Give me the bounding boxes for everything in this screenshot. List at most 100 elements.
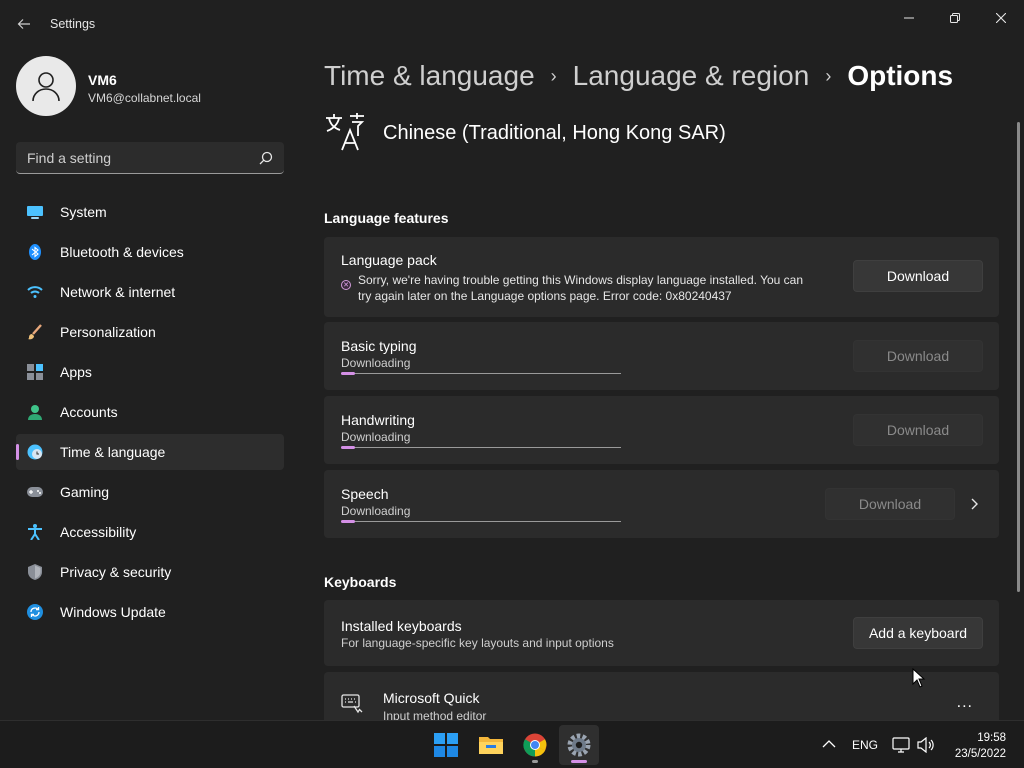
restore-icon	[950, 13, 960, 23]
input-language-indicator[interactable]: ENG	[852, 721, 878, 768]
back-button[interactable]	[12, 12, 36, 36]
basic-typing-card: Basic typing Downloading Download	[324, 322, 999, 390]
progress-fill	[341, 372, 355, 375]
basic-typing-download-button[interactable]: Download	[853, 340, 983, 372]
speech-card[interactable]: Speech Downloading Download	[324, 470, 999, 538]
mouse-cursor-icon	[912, 668, 926, 688]
running-indicator	[532, 760, 538, 763]
chevron-right-icon: ›	[825, 65, 832, 86]
add-keyboard-button[interactable]: Add a keyboard	[853, 617, 983, 649]
sidebar-item-personalization[interactable]: Personalization	[16, 314, 284, 350]
apps-icon	[27, 364, 43, 380]
search-input[interactable]	[16, 142, 252, 173]
settings-taskbar-button[interactable]	[559, 725, 599, 765]
handwriting-download-button[interactable]: Download	[853, 414, 983, 446]
clock-date: 23/5/2022	[954, 748, 1006, 760]
installed-keyboards-card: Installed keyboards For language-specifi…	[324, 600, 999, 666]
sidebar-item-apps[interactable]: Apps	[16, 354, 284, 390]
language-pack-title: Language pack	[341, 252, 437, 268]
user-email: VM6@collabnet.local	[88, 91, 201, 105]
progress-fill	[341, 520, 355, 523]
sidebar-item-system[interactable]: System	[16, 194, 284, 230]
breadcrumb-item-time-language[interactable]: Time & language	[324, 60, 535, 92]
sidebar-item-label: Accessibility	[60, 524, 137, 540]
user-name: VM6	[88, 72, 117, 88]
file-explorer-button[interactable]	[471, 725, 511, 765]
keyboard-item-microsoft-quick[interactable]: Microsoft Quick Input method editor ...	[324, 672, 999, 723]
speech-download-button[interactable]: Download	[825, 488, 955, 520]
shield-icon	[27, 564, 43, 580]
chevron-right-icon[interactable]	[968, 498, 980, 510]
sidebar-item-accessibility[interactable]: Accessibility	[16, 514, 284, 550]
sidebar-item-label: System	[60, 204, 107, 220]
sidebar-item-label: Bluetooth & devices	[60, 244, 184, 260]
sidebar-item-accounts[interactable]: Accounts	[16, 394, 284, 430]
progress-fill	[341, 446, 355, 449]
language-icon	[326, 113, 365, 151]
minimize-button[interactable]	[886, 4, 932, 32]
page-title: Options	[847, 60, 954, 91]
sidebar-item-label: Privacy & security	[60, 564, 172, 580]
language-name: Chinese (Traditional, Hong Kong SAR)	[383, 122, 726, 144]
bluetooth-icon	[27, 244, 43, 260]
speech-progress	[341, 520, 621, 523]
sidebar-item-network[interactable]: Network & internet	[16, 274, 284, 310]
installed-keyboards-title: Installed keyboards	[341, 618, 462, 634]
restore-button[interactable]	[932, 4, 978, 32]
start-button[interactable]	[426, 725, 466, 765]
sidebar-nav: System Bluetooth & devices Network & int…	[16, 194, 284, 634]
language-pack-download-button[interactable]: Download	[853, 260, 983, 292]
more-options-button[interactable]: ...	[957, 694, 973, 712]
handwriting-progress	[341, 446, 621, 449]
volume-icon[interactable]	[917, 737, 935, 753]
close-button[interactable]	[978, 4, 1024, 32]
chrome-button[interactable]	[515, 725, 555, 765]
clock-time: 19:58	[977, 732, 1006, 744]
basic-typing-progress	[341, 372, 621, 375]
person-icon	[27, 404, 43, 420]
globe-clock-icon	[27, 444, 43, 460]
gamepad-icon	[27, 484, 43, 500]
error-icon: ✕	[341, 280, 351, 290]
clock[interactable]: 19:58 23/5/2022	[955, 730, 1006, 762]
person-avatar-icon	[32, 72, 60, 102]
brush-icon	[27, 324, 43, 340]
user-profile[interactable]: VM6 VM6@collabnet.local	[16, 56, 296, 118]
keyboard-title: Microsoft Quick	[383, 690, 480, 706]
language-pack-card: Language pack ✕ Sorry, we're having trou…	[324, 237, 999, 317]
chevron-up-icon[interactable]	[822, 739, 836, 749]
settings-icon	[567, 733, 591, 757]
wifi-icon	[27, 284, 43, 300]
sidebar-item-privacy[interactable]: Privacy & security	[16, 554, 284, 590]
section-title-keyboards: Keyboards	[324, 574, 397, 590]
network-icon[interactable]	[892, 737, 910, 753]
back-arrow-icon	[17, 19, 30, 29]
monitor-icon	[27, 204, 43, 220]
sidebar-item-bluetooth[interactable]: Bluetooth & devices	[16, 234, 284, 270]
handwriting-title: Handwriting	[341, 412, 415, 428]
running-indicator	[571, 760, 587, 763]
sidebar-item-label: Network & internet	[60, 284, 176, 300]
search-box[interactable]	[16, 142, 284, 174]
language-pack-error: Sorry, we're having trouble getting this…	[358, 273, 804, 303]
update-icon	[27, 604, 43, 620]
breadcrumb-item-language-region[interactable]: Language & region	[573, 60, 810, 92]
section-title-language-features: Language features	[324, 210, 449, 226]
chrome-icon	[523, 733, 547, 757]
file-explorer-icon	[479, 737, 503, 754]
sidebar-item-label: Accounts	[60, 404, 118, 420]
start-icon	[434, 733, 458, 757]
basic-typing-title: Basic typing	[341, 338, 417, 354]
basic-typing-status: Downloading	[341, 356, 411, 370]
scrollbar[interactable]	[1017, 122, 1020, 592]
sidebar-item-label: Apps	[60, 364, 92, 380]
sidebar-item-windows-update[interactable]: Windows Update	[16, 594, 284, 630]
speech-title: Speech	[341, 486, 389, 502]
sidebar-item-label: Time & language	[60, 444, 166, 460]
sidebar-item-label: Windows Update	[60, 604, 166, 620]
search-icon[interactable]	[258, 150, 274, 166]
avatar	[16, 56, 76, 116]
sidebar-item-time-language[interactable]: Time & language	[16, 434, 284, 470]
sidebar-item-gaming[interactable]: Gaming	[16, 474, 284, 510]
app-title: Settings	[50, 17, 96, 31]
